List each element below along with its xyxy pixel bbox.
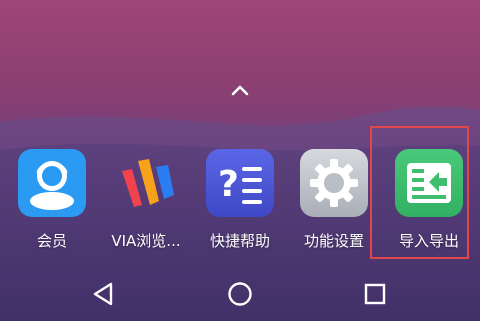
import-export-icon (395, 149, 463, 217)
app-settings-label: 功能设置 (303, 232, 364, 250)
home-circle-icon[interactable] (225, 279, 255, 309)
navigation-bar (0, 265, 480, 321)
app-import-export-label: 导入导出 (398, 232, 459, 250)
app-member-label: 会员 (36, 232, 67, 250)
via-browser-icon (122, 159, 174, 207)
recents-square-icon[interactable] (360, 279, 390, 309)
chevron-up-icon[interactable] (226, 80, 254, 100)
settings-gear-icon (300, 149, 368, 217)
app-via-browser-label: VIA浏览... (111, 232, 181, 250)
app-quick-help-label: 快捷帮助 (209, 232, 270, 250)
svg-text:?: ? (218, 164, 239, 205)
help-list-icon: ? (206, 149, 274, 217)
member-avatar-icon (18, 149, 86, 217)
app-dock: 会员 VIA浏览... ? 快捷帮助 功能设置 导入导出 (0, 143, 480, 263)
back-triangle-icon[interactable] (89, 279, 119, 309)
